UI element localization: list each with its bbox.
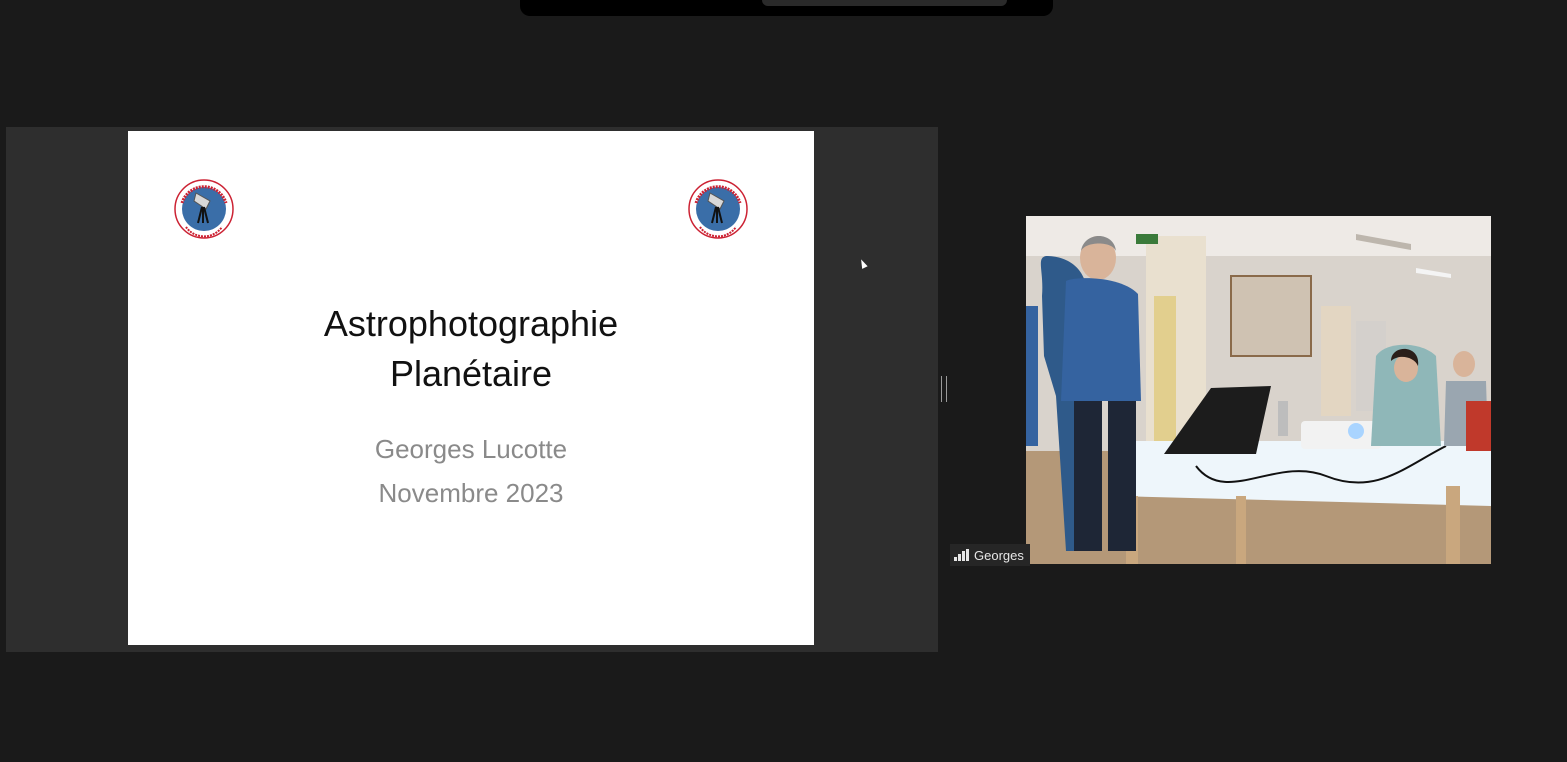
club-astronomie-logo-left <box>174 179 234 239</box>
club-astronomie-logo-right <box>688 179 748 239</box>
panel-resize-handle[interactable] <box>941 376 947 402</box>
slide-date: Novembre 2023 <box>378 478 564 508</box>
video-feed <box>1026 216 1491 564</box>
slide-title-line2: Planétaire <box>389 353 553 394</box>
presentation-slide: Astrophotographie Planétaire Georges Luc… <box>128 131 814 645</box>
screen-share-panel: Astrophotographie Planétaire Georges Luc… <box>6 127 938 652</box>
participant-name-tag: Georges <box>950 544 1030 566</box>
meeting-top-toolbar[interactable] <box>520 0 1053 16</box>
toolbar-control-pill[interactable] <box>762 0 1007 6</box>
signal-strength-icon <box>954 549 969 561</box>
participant-name: Georges <box>974 547 1024 563</box>
participant-video-tile[interactable] <box>1026 216 1491 564</box>
slide-title: Astrophotographie Planétaire <box>128 299 814 399</box>
slide-title-line1: Astrophotographie <box>323 303 619 344</box>
slide-author: Georges Lucotte <box>374 434 568 464</box>
slide-subtitle: Georges Lucotte Novembre 2023 <box>128 427 814 515</box>
